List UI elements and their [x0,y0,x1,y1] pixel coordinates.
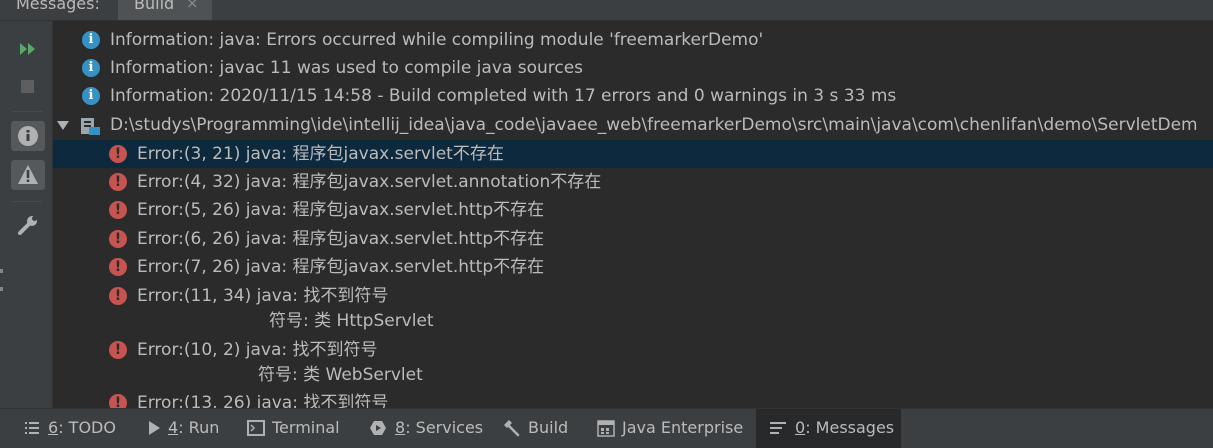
tool-window-header: Messages: Build × [0,0,1213,21]
error-icon: ! [109,287,127,305]
message-text: Error:(5, 26) java: 程序包javax.servlet.htt… [137,200,545,220]
messages-toolbar [0,21,53,408]
info-message-row[interactable]: i Information: javac 11 was used to comp… [53,54,1213,82]
edge-mark [0,269,3,273]
error-message-row[interactable]: ! Error:(6, 26) java: 程序包javax.servlet.h… [53,225,1213,253]
tool-button-java-enterprise[interactable]: Java Enterprise [588,409,748,448]
error-message-row[interactable]: ! Error:(10, 2) java: 找不到符号 符号: 类 WebSer… [53,336,1213,389]
message-text: Error:(6, 26) java: 程序包javax.servlet.htt… [137,229,545,249]
tool-button-build[interactable]: Build [494,409,578,448]
tool-button-label: 4: Run [168,418,220,437]
ide-window: Messages: Build × i Information: java: E… [0,0,1213,448]
message-continuation: 符号: 类 HttpServlet [269,311,434,331]
error-icon: ! [109,201,127,219]
hammer-icon [504,420,520,437]
messages-icon [770,422,786,434]
tool-button-terminal[interactable]: Terminal [237,409,349,448]
message-continuation: 符号: 类 WebServlet [258,365,423,385]
wrench-icon [18,216,37,235]
message-text: Error:(10, 2) java: 找不到符号 [137,340,378,360]
message-text: Error:(3, 21) java: 程序包javax.servlet不存在 [137,144,504,164]
tab-build-label: Build [134,0,175,13]
tool-window-title: Messages: [16,0,100,13]
close-icon[interactable]: × [186,0,199,12]
java-file-icon [81,118,100,135]
info-message-row[interactable]: i Information: java: Errors occurred whi… [53,26,1213,54]
messages-tree[interactable]: i Information: java: Errors occurred whi… [53,21,1213,408]
tool-button-label: 8: Services [395,418,484,437]
play-icon [149,421,160,435]
tool-button-todo[interactable]: 6: TODO [14,409,124,448]
file-node-row[interactable]: D:\studys\Programming\ide\intellij_idea\… [53,111,1213,139]
warning-icon [18,165,38,184]
error-icon: ! [109,145,127,163]
error-message-row[interactable]: ! Error:(3, 21) java: 程序包javax.servlet不存… [53,140,1213,168]
show-info-toggle[interactable] [11,121,45,151]
error-message-row[interactable]: ! Error:(7, 26) java: 程序包javax.servlet.h… [53,253,1213,281]
message-text: Error:(4, 32) java: 程序包javax.servlet.ann… [137,172,602,192]
info-icon: i [82,87,100,105]
java-enterprise-icon [597,420,615,437]
message-text: Information: javac 11 was used to compil… [110,58,584,78]
tool-button-label: Build [528,418,569,437]
tool-button-services[interactable]: 8: Services [360,409,485,448]
show-warnings-toggle[interactable] [11,160,45,190]
tool-button-label: 0: Messages [795,418,895,437]
toolbar-separator [12,201,42,202]
settings-button[interactable] [11,210,45,240]
info-message-row[interactable]: i Information: 2020/11/15 14:58 - Build … [53,82,1213,110]
error-message-row[interactable]: ! Error:(4, 32) java: 程序包javax.servlet.a… [53,168,1213,196]
message-text: Error:(11, 34) java: 找不到符号 [137,286,389,306]
message-text: Error:(13, 26) java: 找不到符号 [137,393,389,408]
info-icon: i [82,59,100,77]
file-path: D:\studys\Programming\ide\intellij_idea\… [110,115,1198,135]
run-double-arrow-icon [20,43,35,55]
error-icon: ! [109,173,127,191]
tool-button-label: Java Enterprise [622,418,744,437]
info-icon: i [82,31,100,49]
error-icon: ! [109,230,127,248]
info-icon [18,126,38,146]
tool-button-label: Terminal [272,418,340,437]
tab-build[interactable]: Build × [118,0,212,20]
error-icon: ! [109,341,127,359]
tool-button-run[interactable]: 4: Run [136,409,226,448]
list-icon [25,422,39,434]
terminal-icon [247,420,265,436]
error-icon: ! [109,258,127,276]
message-text: Information: 2020/11/15 14:58 - Build co… [110,86,897,106]
message-text: Information: java: Errors occurred while… [110,30,764,50]
error-message-row[interactable]: ! Error:(13, 26) java: 找不到符号 [53,389,1213,408]
error-icon: ! [109,394,127,408]
toolbar-separator [12,111,42,112]
message-text: Error:(7, 26) java: 程序包javax.servlet.htt… [137,257,545,277]
services-icon [370,421,386,435]
edge-mark [0,287,3,291]
tool-button-label: 6: TODO [48,418,116,437]
rerun-button[interactable] [11,34,45,64]
stop-icon [21,80,34,93]
tool-button-messages[interactable]: 0: Messages [756,409,901,448]
chevron-down-icon[interactable] [57,121,69,130]
error-message-row[interactable]: ! Error:(5, 26) java: 程序包javax.servlet.h… [53,196,1213,224]
error-message-row[interactable]: ! Error:(11, 34) java: 找不到符号 符号: 类 HttpS… [53,282,1213,335]
stop-button[interactable] [11,72,45,102]
tool-window-bar: 6: TODO 4: Run Terminal 8: Services Buil… [0,408,1213,448]
